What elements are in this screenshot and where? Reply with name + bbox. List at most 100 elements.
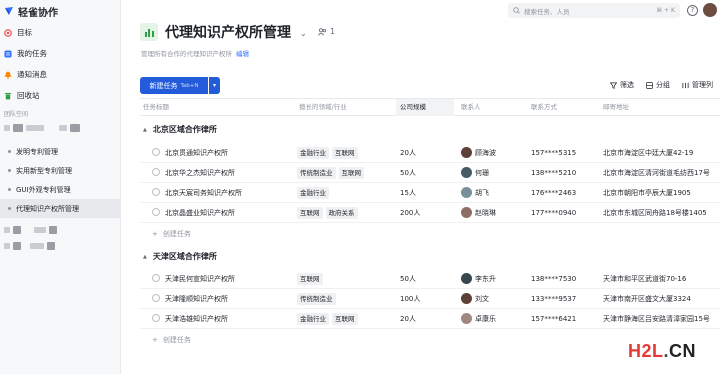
user-avatar[interactable] [703,3,717,17]
contact-cell[interactable]: 胡飞 [461,183,526,203]
address-cell[interactable]: 北京市海淀区清河街道毛纺西17号 [603,163,720,183]
size-cell[interactable]: 20人 [400,309,455,329]
contact-cell[interactable]: 刘文 [461,289,526,309]
contact-cell[interactable]: 何珊 [461,163,526,183]
chevron-down-icon[interactable]: ⌄ [300,29,307,38]
nav-item-goals[interactable]: 目标 [0,22,120,43]
task-title-cell[interactable]: 北京晶盛业知识产权所 [152,203,302,223]
check-circle-icon[interactable] [152,274,160,282]
contact-cell[interactable]: 赵晓琳 [461,203,526,223]
size-cell[interactable]: 15人 [400,183,455,203]
nav-item-my-tasks[interactable]: 我的任务 [0,43,120,64]
task-title-cell[interactable]: 北京贯通知识产权所 [152,143,302,163]
help-icon[interactable]: ? [687,5,698,16]
check-circle-icon[interactable] [152,208,160,216]
industry-cell[interactable]: 传统制造业 互联网 [297,163,397,183]
task-title-cell[interactable]: 天津浩雄知识产权所 [152,309,302,329]
check-circle-icon[interactable] [152,294,160,302]
task-title-cell[interactable]: 天津隆顺知识产权所 [152,289,302,309]
workspace-row[interactable] [0,222,120,238]
size-cell[interactable]: 50人 [400,269,455,289]
contact-cell[interactable]: 李东升 [461,269,526,289]
phone-cell[interactable]: 157****5315 [531,143,601,163]
sidebar-project-ip-agency[interactable]: 代理知识产权所管理 [0,199,120,218]
edit-description-link[interactable]: 编辑 [236,50,249,58]
sidebar-project-gui-design[interactable]: GUI外观专利管理 [0,180,120,199]
address-cell[interactable]: 天津市和平区武道街70-16 [603,269,720,289]
column-header-title[interactable]: 任务标题 [143,99,293,116]
address-cell[interactable]: 北京市海淀区中廷大厦42-19 [603,143,720,163]
create-task-button[interactable]: + 创建任务 [152,335,191,345]
task-title-cell[interactable]: 北京华之杰知识产权所 [152,163,302,183]
industry-cell[interactable]: 传统制造业 [297,289,397,309]
task-title: 天津浩雄知识产权所 [165,315,228,323]
table-row[interactable]: 天津隆顺知识产权所 传统制造业 100人 刘文 133****9537 天津市南… [140,289,720,309]
contact-cell[interactable]: 卓康乐 [461,309,526,329]
group-button[interactable]: 分组 [646,80,670,90]
table-row[interactable]: 天津民何宣知识产权所 互联网 50人 李东升 138****7530 天津市和平… [140,269,720,289]
task-title: 天津民何宣知识产权所 [165,275,235,283]
new-task-button[interactable]: 新建任务 Tab+N [140,77,208,94]
brand: 轻雀协作 [0,0,120,22]
address-cell[interactable]: 天津市南开区盛文大厦3324 [603,289,720,309]
new-task-shortcut: Tab+N [180,82,199,89]
workspace-row[interactable] [0,238,120,254]
phone-cell[interactable]: 177****0940 [531,203,601,223]
redacted-block [34,227,46,233]
table-row[interactable]: 天津浩雄知识产权所 金融行业 互联网 20人 卓康乐 157****6421 天津… [140,309,720,329]
size-cell[interactable]: 200人 [400,203,455,223]
check-circle-icon[interactable] [152,314,160,322]
address-cell[interactable]: 北京市东城区同舟路18号楼1405 [603,203,720,223]
column-header-size[interactable]: 公司规模 [396,99,454,116]
check-circle-icon[interactable] [152,188,160,196]
create-task-button[interactable]: + 创建任务 [152,229,191,239]
check-circle-icon[interactable] [152,148,160,156]
table-row[interactable]: 北京晶盛业知识产权所 互联网 政府关系 200人 赵晓琳 177****0940 … [140,203,720,223]
task-title-cell[interactable]: 北京天宸司务知识产权所 [152,183,302,203]
sidebar-project-utility-model[interactable]: 实用新型专利管理 [0,161,120,180]
industry-cell[interactable]: 互联网 [297,269,397,289]
phone-cell[interactable]: 157****6421 [531,309,601,329]
column-header-address[interactable]: 邮寄地址 [603,99,713,116]
industry-tag: 互联网 [332,313,358,325]
industry-cell[interactable]: 金融行业 互联网 [297,143,397,163]
filter-button[interactable]: 筛选 [610,80,634,90]
new-task-dropdown-button[interactable]: ▾ [209,77,220,94]
column-header-industry[interactable]: 擅长的领域/行业 [299,99,394,116]
sidebar-project-invention[interactable]: 发明专利管理 [0,142,120,161]
industry-cell[interactable]: 互联网 政府关系 [297,203,397,223]
address-cell[interactable]: 天津市静海区吕安路清漳家园15号 [603,309,720,329]
phone-cell[interactable]: 138****5210 [531,163,601,183]
members-count[interactable]: 1 [318,27,335,36]
collapse-triangle-icon[interactable]: ▲ [143,254,147,260]
nav-item-recycle-bin[interactable]: 回收站 [0,85,120,106]
manage-columns-label: 管理列 [692,81,713,89]
size-cell[interactable]: 20人 [400,143,455,163]
column-header-contact[interactable]: 联系人 [461,99,521,116]
check-circle-icon[interactable] [152,168,160,176]
table-row[interactable]: 北京贯通知识产权所 金融行业 互联网 20人 顾海波 157****5315 北京… [140,143,720,163]
project-chart-icon [140,23,158,41]
table-row[interactable]: 北京华之杰知识产权所 传统制造业 互联网 50人 何珊 138****5210 北… [140,163,720,183]
redacted-block [4,125,10,131]
size-cell[interactable]: 50人 [400,163,455,183]
industry-cell[interactable]: 金融行业 [297,183,397,203]
search-icon [513,7,520,14]
phone-cell[interactable]: 133****9537 [531,289,601,309]
size-cell[interactable]: 100人 [400,289,455,309]
column-header-phone[interactable]: 联系方式 [531,99,601,116]
search-input[interactable]: 搜索任务、人员 ⌘ + K [508,3,680,18]
phone-cell[interactable]: 176****2463 [531,183,601,203]
collapse-triangle-icon[interactable]: ▲ [143,127,147,133]
nav-item-notifications[interactable]: 通知消息 [0,64,120,85]
phone-cell[interactable]: 138****7530 [531,269,601,289]
workspace-row[interactable] [0,120,120,136]
contact-cell[interactable]: 顾海波 [461,143,526,163]
task-title-cell[interactable]: 天津民何宣知识产权所 [152,269,302,289]
group-header-tianjin[interactable]: ▲ 天津区域合作律所 [143,251,217,262]
table-row[interactable]: 北京天宸司务知识产权所 金融行业 15人 胡飞 176****2463 北京市朝… [140,183,720,203]
group-header-beijing[interactable]: ▲ 北京区域合作律所 [143,124,217,135]
industry-cell[interactable]: 金融行业 互联网 [297,309,397,329]
manage-columns-button[interactable]: 管理列 [682,80,713,90]
address-cell[interactable]: 北京市朝阳市亭辰大厦1905 [603,183,720,203]
